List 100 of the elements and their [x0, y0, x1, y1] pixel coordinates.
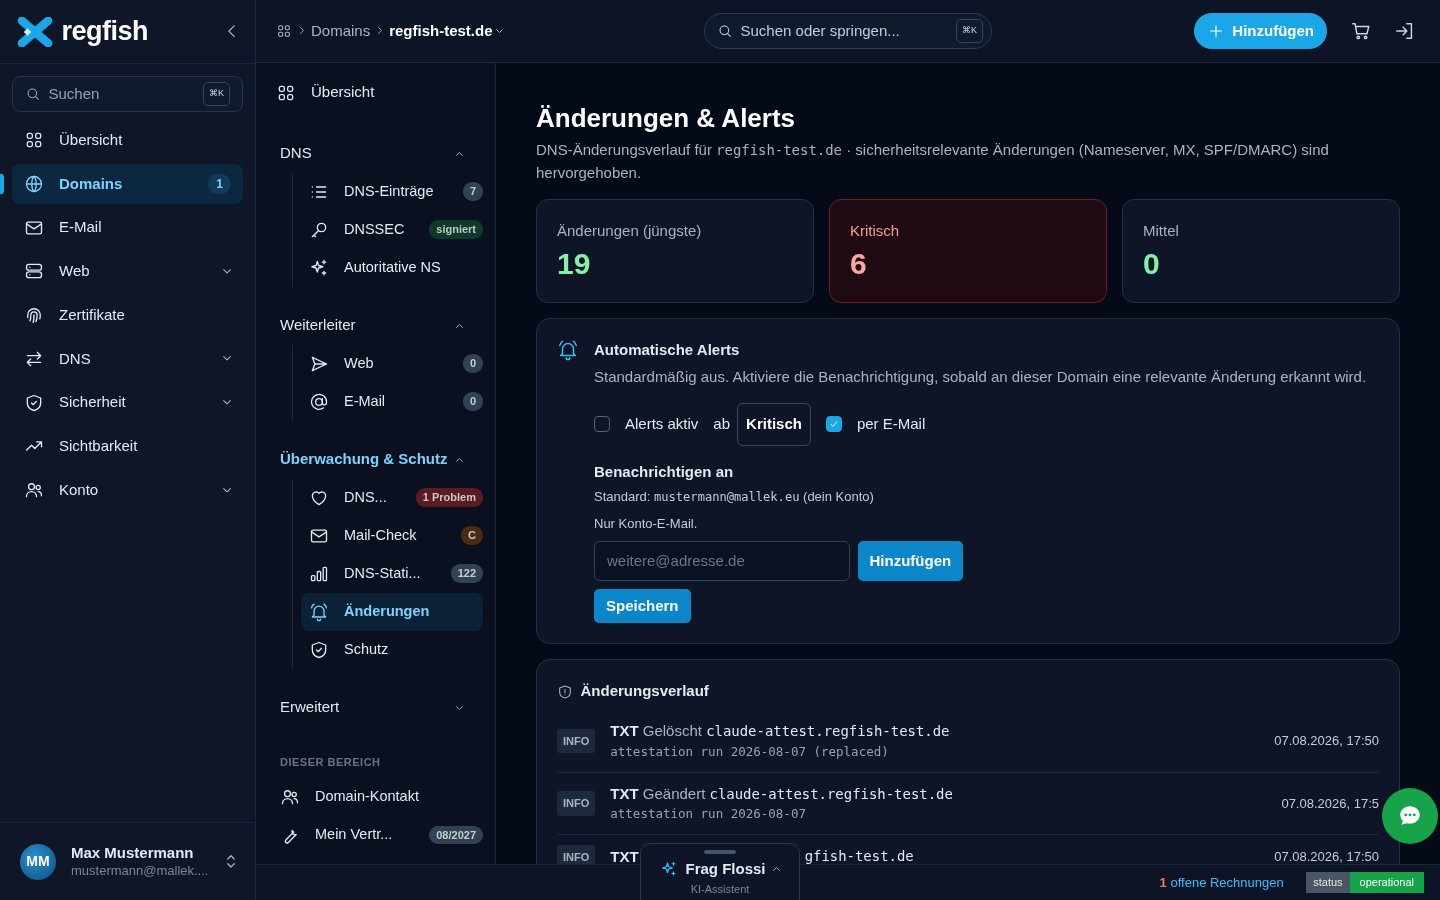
user-email: mustermann@mallek.... [71, 862, 210, 879]
change-detail: attestation run 2026-08-07 [610, 805, 807, 824]
user-menu[interactable]: MM Max Mustermann mustermann@mallek.... [0, 822, 255, 900]
search-icon [25, 86, 41, 102]
assistant-subtitle: KI-Assistent [689, 881, 751, 897]
avatar: MM [20, 843, 56, 880]
chevron-down-icon [456, 705, 463, 710]
subnav-item[interactable]: Autoritative NS [301, 248, 483, 287]
page-description: DNS-Änderungsverlauf für regfish-test.de · sicherheitsrelevante Änderungen (Nameserver, MX, SPF/DMARC) sind hervorgehoben. [536, 139, 1330, 184]
assistant-panel[interactable]: Frag Flossi KI-Assistent [640, 843, 800, 900]
checkbox-label[interactable]: Alerts aktiv [625, 413, 699, 436]
status-badge: 0 [462, 392, 483, 411]
domain-dropdown[interactable]: regfish-test.de [389, 19, 504, 43]
status-badge: 122 [450, 564, 483, 583]
chat-button[interactable] [1382, 788, 1438, 844]
collapse-sidebar-icon [228, 25, 235, 38]
chevron-up-icon [456, 457, 463, 462]
breadcrumb-link[interactable]: Domains [311, 19, 371, 43]
subnav-item[interactable]: DNS... [301, 478, 409, 517]
sidebar-item[interactable]: Übersicht [12, 120, 243, 160]
grid-icon [276, 22, 292, 39]
globe-icon [24, 173, 44, 194]
section-heading: DIESER BEREICH [280, 755, 382, 771]
stat-label: Mittel [1142, 221, 1180, 242]
chevron-up-down-icon [227, 855, 235, 868]
stat-label: Änderungen (jüngste) [557, 221, 703, 242]
change-time: 07.08.2026, 17:50 [1274, 848, 1379, 864]
group-toggle[interactable]: Weiterleiter [280, 306, 483, 345]
checkbox-label[interactable]: per E-Mail [856, 413, 926, 436]
chevron-up-icon [456, 323, 463, 328]
page-title: Änderungen & Alerts [536, 102, 797, 134]
status-badge: 7 [462, 182, 483, 201]
subnav-item[interactable]: DNS-Einträge [301, 172, 456, 211]
at-icon [309, 391, 329, 412]
stat-value: 0 [1142, 246, 1161, 280]
users-icon [24, 480, 44, 500]
change-title: TXT Geändert claude-attest.regfish-test.de [610, 783, 954, 804]
shield-icon [557, 683, 573, 700]
search-icon [717, 22, 733, 39]
sparkle-icon [309, 257, 329, 278]
severity-select[interactable]: Kritisch [737, 403, 811, 446]
change-time: 07.08.2026, 17:50 [1274, 732, 1379, 751]
search-field[interactable]: Suchen oder springen... ⌘K [704, 12, 992, 49]
stat-label: Kritisch [850, 221, 901, 242]
save-button[interactable]: Speichern [594, 588, 691, 624]
status-badge: C [461, 526, 483, 545]
subnav-item[interactable]: Übersicht [276, 74, 483, 111]
section-description: Standardmäßig aus. Aktiviere die Benachrichtigung, sobald an dieser Domain eine relevante Änderung erkannt wird. [594, 366, 1368, 387]
shortcut-key: ⌘K [203, 82, 230, 106]
chevron-up-icon [773, 867, 780, 872]
status-badge: 08/2027 [429, 825, 483, 845]
subnav-item[interactable]: Änderungen [301, 592, 483, 631]
sidebar-item[interactable]: Sichtbarkeit [12, 426, 243, 467]
chevron-up-icon [456, 151, 463, 156]
change-title: TXT Gelöscht claude-attest.regfish-test.de [610, 721, 951, 742]
change-detail: attestation run 2026-08-07 (replaced) [610, 742, 890, 761]
level-badge: INFO [557, 728, 596, 754]
level-badge: INFO [557, 844, 596, 864]
checkbox[interactable] [825, 416, 842, 433]
search-field[interactable]: Suchen ⌘K [12, 76, 243, 112]
status-badge: 0 [462, 354, 483, 373]
assistant-title: Frag Flossi [685, 859, 766, 879]
fingerprint-icon [24, 305, 44, 325]
sidebar-item[interactable]: E-Mail [12, 207, 243, 248]
status-label: status [1306, 872, 1350, 893]
count-badge: 1 [208, 173, 231, 194]
sidebar-item[interactable]: Konto [12, 470, 243, 510]
status-value: operational [1349, 872, 1424, 893]
group-toggle[interactable]: Überwachung & Schutz [280, 440, 483, 479]
sidebar-item[interactable]: DNS [12, 338, 243, 379]
subnav-item[interactable]: DNS-Stati... [301, 554, 444, 593]
subnav-item[interactable]: Domain-Kontakt [272, 778, 483, 817]
checkbox[interactable] [594, 416, 610, 433]
recipients-heading: Benachrichtigen an [594, 461, 735, 482]
group-toggle[interactable]: DNS [280, 134, 483, 173]
recipients-note: Nur Konto-E-Mail. [594, 514, 699, 533]
subnav-item[interactable]: DNSSEC [301, 210, 422, 249]
record-name: gfish-test.de [804, 846, 914, 864]
section-title: Automatische Alerts [594, 340, 741, 361]
sidebar-item[interactable]: Zertifikate [12, 295, 243, 335]
email-input[interactable]: weitere@adresse.de [594, 540, 850, 581]
shield-icon [24, 392, 44, 413]
user-name: Max Mustermann [71, 844, 195, 863]
subnav-item[interactable]: Mein Vertr... [272, 816, 422, 855]
sidebar-item[interactable]: Sicherheit [12, 382, 243, 423]
section-title: Änderungsverlauf [580, 681, 709, 702]
drag-handle[interactable] [704, 850, 736, 854]
subnav-item[interactable]: Mail-Check [301, 516, 454, 555]
add-recipient-button[interactable]: Hinzufügen [857, 540, 964, 582]
subnav-item[interactable]: Schutz [301, 630, 483, 669]
bell-icon [309, 601, 329, 622]
sparkle-icon [660, 860, 678, 879]
sidebar-item[interactable]: Web [12, 251, 243, 292]
record-type: TXT [610, 846, 639, 864]
subnav-item[interactable]: E-Mail [301, 382, 456, 421]
default-recipient: Standard: mustermann@mallek.eu (dein Konto) [594, 487, 875, 506]
subnav-item[interactable]: Web [301, 344, 456, 383]
threshold-label: ab [713, 414, 731, 435]
invoices-link[interactable]: 1 offene Rechnungen [1159, 872, 1284, 893]
group-toggle[interactable]: Erweitert [280, 688, 483, 727]
